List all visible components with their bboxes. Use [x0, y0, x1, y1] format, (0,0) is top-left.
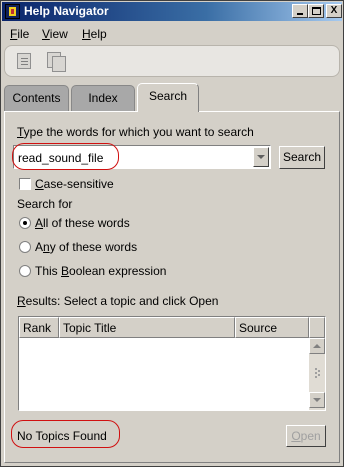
search-for-label: Search for [17, 197, 73, 211]
minimize-icon [297, 13, 303, 15]
help-navigator-window: Help Navigator X File View Help Contents… [0, 0, 344, 467]
tab-index[interactable]: Index [71, 85, 135, 112]
radio-all-words[interactable] [19, 217, 31, 229]
results-label: Results: Select a topic and click Open [17, 294, 219, 308]
vertical-scrollbar[interactable] [309, 338, 325, 410]
case-sensitive-checkbox[interactable] [19, 178, 31, 190]
toolbar [4, 45, 340, 77]
radio-any-words[interactable] [19, 241, 31, 253]
table-corner [309, 317, 325, 338]
scroll-grip-icon [315, 368, 317, 370]
column-header-topic-title[interactable]: Topic Title [59, 317, 235, 338]
maximize-icon [312, 7, 321, 15]
menu-bar: File View Help [2, 22, 342, 44]
window-title: Help Navigator [24, 4, 109, 18]
title-bar[interactable]: Help Navigator X [2, 2, 342, 21]
column-header-source[interactable]: Source [235, 317, 309, 338]
radio-all-words-label: All of these words [35, 216, 130, 230]
menu-help[interactable]: Help [82, 27, 107, 41]
minimize-button[interactable] [292, 4, 308, 18]
maximize-button[interactable] [308, 4, 324, 18]
document-icon[interactable] [15, 52, 37, 72]
radio-boolean-label: This Boolean expression [35, 264, 167, 278]
menu-view[interactable]: View [42, 27, 68, 41]
search-combo [13, 145, 271, 169]
search-button[interactable]: Search [279, 146, 325, 169]
status-message: No Topics Found [17, 429, 107, 443]
help-app-icon [5, 4, 20, 19]
menu-file[interactable]: File [10, 27, 29, 41]
copy-documents-icon[interactable] [47, 52, 69, 72]
search-prompt-label: Type the words for which you want to sea… [17, 125, 254, 139]
open-button[interactable]: Open [286, 425, 326, 447]
close-button[interactable]: X [326, 4, 342, 18]
tab-contents[interactable]: Contents [4, 85, 69, 112]
scroll-up-icon[interactable] [309, 338, 325, 354]
tab-search[interactable]: Search [137, 83, 199, 112]
results-table[interactable]: Rank Topic Title Source [18, 316, 326, 411]
radio-boolean[interactable] [19, 265, 31, 277]
chevron-down-icon[interactable] [253, 147, 269, 167]
close-icon: X [330, 5, 338, 16]
search-input[interactable] [18, 149, 254, 166]
radio-any-words-label: Any of these words [35, 240, 138, 254]
scroll-down-icon[interactable] [309, 392, 325, 408]
case-sensitive-label: Case-sensitive [35, 177, 114, 191]
column-header-rank[interactable]: Rank [19, 317, 59, 338]
